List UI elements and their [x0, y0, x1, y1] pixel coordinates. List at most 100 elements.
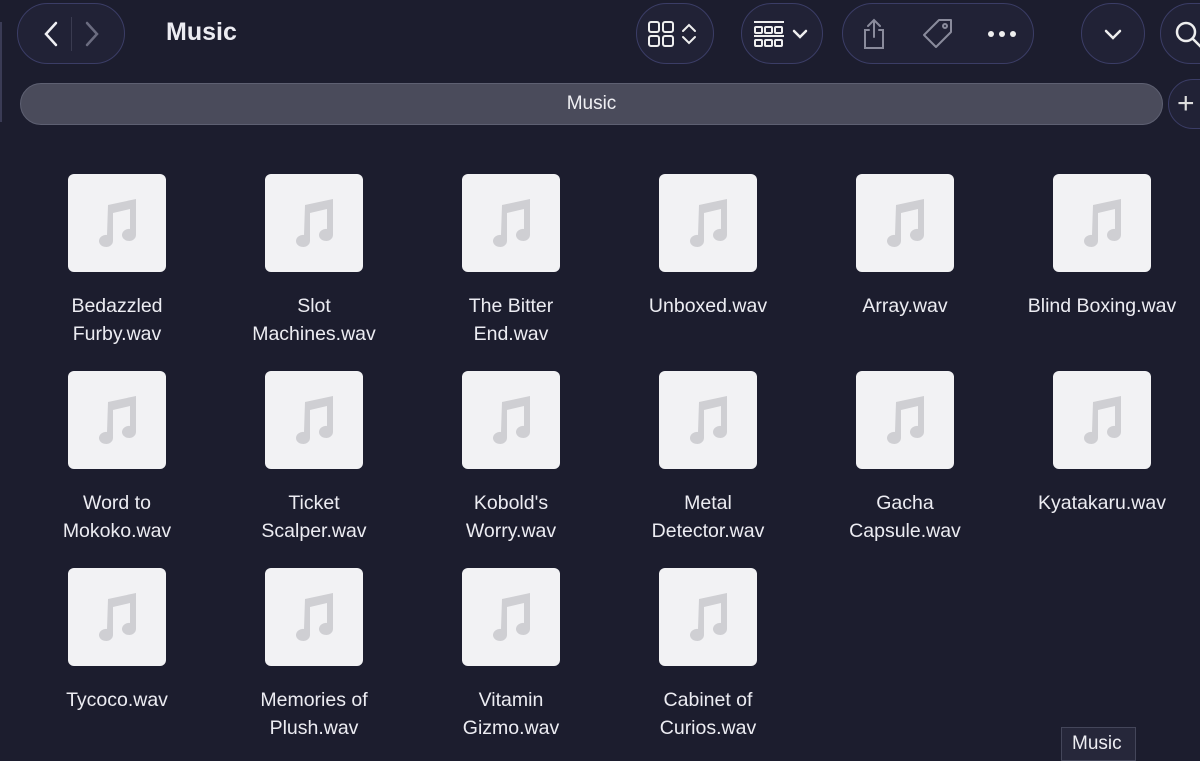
file-name: Word to Mokoko.wav [22, 489, 212, 545]
group-by-icon [754, 20, 808, 47]
group-by-button[interactable] [741, 3, 823, 64]
file-name-line: Cabinet of [663, 689, 753, 711]
file-name-line: Gacha [876, 492, 934, 514]
tag-icon[interactable] [921, 17, 955, 51]
file-name-line: Curios.wav [659, 717, 757, 739]
music-note-icon [879, 195, 931, 251]
music-file-icon [265, 371, 363, 469]
music-note-icon [1076, 392, 1128, 448]
file-name-line: Capsule.wav [849, 520, 961, 542]
file-name-line: Scalper.wav [261, 520, 367, 542]
search-icon [1175, 21, 1200, 48]
file-name-line: Machines.wav [252, 323, 376, 345]
file-item[interactable]: Bedazzled Furby.wav [22, 174, 212, 348]
file-item[interactable]: The Bitter End.wav [416, 174, 606, 348]
file-name-line: Vitamin [478, 689, 544, 711]
window-edge [0, 22, 2, 122]
music-file-icon [659, 174, 757, 272]
file-item[interactable]: Cabinet of Curios.wav [613, 568, 803, 742]
file-name: Kyatakaru.wav [1007, 489, 1197, 517]
file-name: Ticket Scalper.wav [219, 489, 409, 545]
ellipsis-icon[interactable] [987, 29, 1017, 39]
file-name: Vitamin Gizmo.wav [416, 686, 606, 742]
file-name-line: Kobold's [473, 492, 549, 514]
file-item[interactable]: Kobold's Worry.wav [416, 371, 606, 545]
tab-label: Music [566, 93, 617, 114]
actions-group [842, 3, 1034, 64]
music-file-icon [265, 174, 363, 272]
nav-buttons [17, 3, 125, 64]
file-item[interactable]: Slot Machines.wav [219, 174, 409, 348]
music-note-icon [485, 392, 537, 448]
chevron-right-icon[interactable] [82, 19, 102, 49]
music-file-icon [1053, 371, 1151, 469]
search-button[interactable] [1160, 3, 1200, 64]
file-name-line: Slot [297, 295, 331, 317]
music-file-icon [659, 568, 757, 666]
file-item[interactable]: Tycoco.wav [22, 568, 212, 714]
file-item[interactable]: Kyatakaru.wav [1007, 371, 1197, 517]
file-name: Bedazzled Furby.wav [22, 292, 212, 348]
music-file-icon [659, 371, 757, 469]
file-name-line: Blind Boxing.wav [1027, 295, 1177, 317]
file-name-line: Tycoco.wav [66, 689, 168, 711]
grid-view-icon [648, 20, 696, 47]
music-file-icon [68, 174, 166, 272]
view-mode-button[interactable] [636, 3, 714, 64]
file-name-line: Worry.wav [465, 520, 557, 542]
plus-icon: + [1177, 87, 1195, 120]
file-item[interactable]: Metal Detector.wav [613, 371, 803, 545]
music-file-icon [462, 568, 560, 666]
file-name-line: Array.wav [862, 295, 948, 317]
file-item[interactable]: Memories of Plush.wav [219, 568, 409, 742]
file-item[interactable]: Gacha Capsule.wav [810, 371, 1000, 545]
file-name-line: The Bitter [468, 295, 554, 317]
file-name: Kobold's Worry.wav [416, 489, 606, 545]
music-note-icon [91, 392, 143, 448]
music-note-icon [682, 392, 734, 448]
new-tab-button[interactable]: + [1168, 79, 1200, 129]
file-name: Memories of Plush.wav [219, 686, 409, 742]
share-icon[interactable] [859, 17, 889, 51]
file-name-line: Gizmo.wav [462, 717, 560, 739]
file-name-line: Bedazzled [71, 295, 163, 317]
music-note-icon [288, 589, 340, 645]
file-name: Array.wav [810, 292, 1000, 320]
music-note-icon [1076, 195, 1128, 251]
file-name: Metal Detector.wav [613, 489, 803, 545]
file-name: Gacha Capsule.wav [810, 489, 1000, 545]
file-name: Blind Boxing.wav [1007, 292, 1197, 320]
music-note-icon [91, 589, 143, 645]
music-note-icon [288, 195, 340, 251]
music-file-icon [1053, 174, 1151, 272]
file-name: Slot Machines.wav [219, 292, 409, 348]
file-name: The Bitter End.wav [416, 292, 606, 348]
file-item[interactable]: Word to Mokoko.wav [22, 371, 212, 545]
more-dropdown-button[interactable] [1081, 3, 1145, 64]
file-name-line: Ticket [288, 492, 340, 514]
file-name-line: End.wav [473, 323, 549, 345]
file-name-line: Mokoko.wav [62, 520, 172, 542]
music-file-icon [265, 568, 363, 666]
tab-music[interactable]: Music [20, 83, 1163, 125]
file-item[interactable]: Blind Boxing.wav [1007, 174, 1197, 320]
music-note-icon [879, 392, 931, 448]
file-item[interactable]: Ticket Scalper.wav [219, 371, 409, 545]
music-file-icon [68, 568, 166, 666]
file-name-line: Furby.wav [72, 323, 162, 345]
file-item[interactable]: Array.wav [810, 174, 1000, 320]
music-note-icon [288, 392, 340, 448]
file-name-line: Metal [684, 492, 732, 514]
file-name-line: Unboxed.wav [648, 295, 768, 317]
file-item[interactable]: Unboxed.wav [613, 174, 803, 320]
file-name-line: Memories of [260, 689, 368, 711]
music-note-icon [682, 195, 734, 251]
file-name: Unboxed.wav [613, 292, 803, 320]
file-name-line: Plush.wav [269, 717, 359, 739]
music-file-icon [462, 174, 560, 272]
music-file-icon [856, 371, 954, 469]
file-name-line: Word to [83, 492, 151, 514]
chevron-left-icon[interactable] [41, 19, 61, 49]
file-item[interactable]: Vitamin Gizmo.wav [416, 568, 606, 742]
music-note-icon [91, 195, 143, 251]
